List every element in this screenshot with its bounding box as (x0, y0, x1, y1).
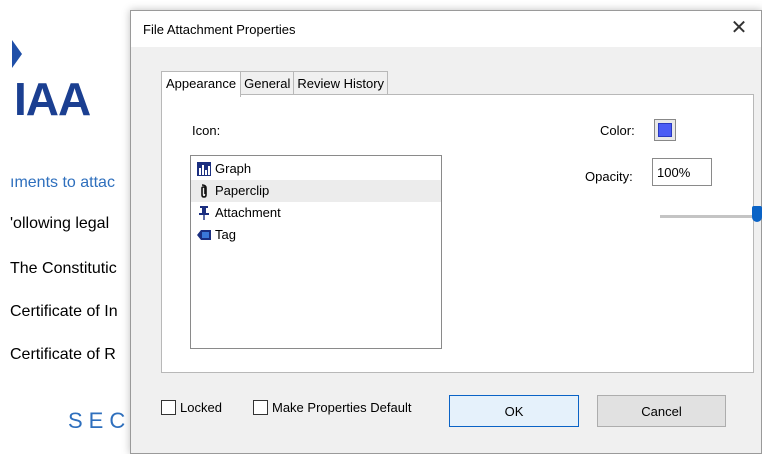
color-picker-button[interactable] (654, 119, 676, 141)
list-item-label: Paperclip (215, 183, 270, 198)
document-line: The Constitutic (10, 260, 117, 277)
logo-triangle (12, 40, 22, 68)
list-item-label: Attachment (215, 205, 281, 220)
close-icon[interactable]: ✕ (729, 17, 749, 39)
document-section-heading: SEC (68, 408, 132, 433)
locked-checkbox[interactable] (161, 400, 176, 415)
make-default-checkbox[interactable] (253, 400, 268, 415)
make-default-label[interactable]: Make Properties Default (272, 400, 411, 415)
opacity-slider-track[interactable] (660, 215, 756, 218)
icon-label: Icon: (192, 123, 221, 138)
list-item-graph[interactable]: Graph (191, 158, 441, 180)
ok-button[interactable]: OK (449, 395, 579, 427)
tab-review-history[interactable]: Review History (293, 71, 389, 96)
list-item-label: Tag (215, 227, 236, 242)
document-line: Certificate of In (10, 303, 118, 320)
dialog-titlebar[interactable]: File Attachment Properties ✕ (131, 11, 761, 47)
opacity-slider-thumb[interactable] (752, 206, 762, 222)
document-line: 'ollowing legal (10, 215, 110, 232)
document-line: ıments to attac (10, 174, 115, 191)
list-item-label: Graph (215, 161, 252, 176)
tag-icon (197, 230, 211, 240)
color-swatch (658, 123, 672, 137)
list-item-tag[interactable]: Tag (191, 224, 441, 246)
cancel-button[interactable]: Cancel (597, 395, 726, 427)
locked-label[interactable]: Locked (180, 400, 222, 415)
tab-bar: Appearance General Review History (161, 71, 389, 97)
color-label: Color: (600, 123, 635, 138)
document-line: Certificate of R (10, 346, 116, 363)
paperclip-icon (201, 184, 207, 198)
list-item-paperclip[interactable]: Paperclip (191, 180, 441, 202)
tab-appearance[interactable]: Appearance (161, 71, 242, 97)
icon-listbox[interactable]: Graph Paperclip Attachment Tag (190, 155, 442, 349)
list-item-attachment[interactable]: Attachment (191, 202, 441, 224)
dialog-title: File Attachment Properties (143, 22, 296, 37)
pushpin-icon (199, 206, 209, 220)
opacity-input[interactable] (652, 158, 712, 186)
graph-icon (197, 162, 211, 176)
logo-text: IAA (14, 73, 91, 125)
tab-general[interactable]: General (240, 71, 295, 96)
opacity-label: Opacity: (585, 169, 633, 184)
appearance-panel: Icon: Graph Paperclip Attachment Tag Col… (161, 94, 762, 373)
file-attachment-properties-dialog: File Attachment Properties ✕ Appearance … (130, 10, 762, 454)
